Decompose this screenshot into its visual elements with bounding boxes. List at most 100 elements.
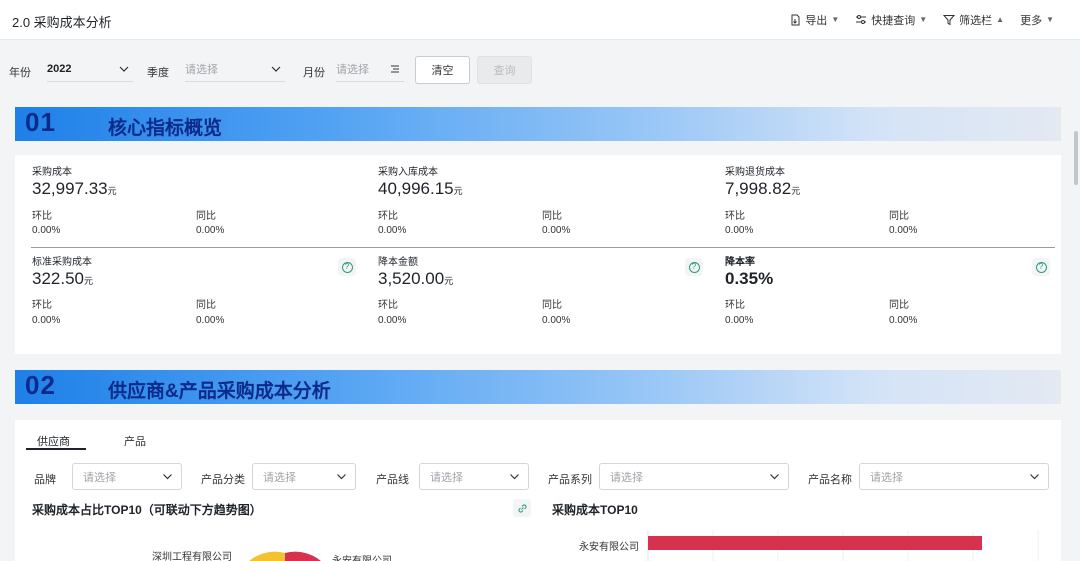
chevron-down-icon — [770, 474, 779, 480]
category-select[interactable]: 请选择 — [252, 463, 356, 490]
kpi-reduction-rate: 降本率 0.35% — [725, 253, 1055, 289]
chevron-down-icon — [119, 66, 129, 72]
filter-bar-label: 筛选栏 — [959, 15, 993, 27]
kpi-yoy-value: 0.00% — [542, 315, 571, 326]
kpi-purchase-cost: 采购成本 32,997.33元 — [32, 163, 362, 199]
section-number: 01 — [25, 107, 56, 137]
pie-chart-title: 采购成本占比TOP10（可联动下方趋势图） — [32, 503, 262, 517]
section-banner-overview: 01 核心指标概览 — [15, 107, 1061, 141]
chevron-down-icon — [271, 66, 281, 72]
kpi-value-number: 40,996.15 — [378, 179, 454, 198]
kpi-name: 采购退货成本 — [725, 167, 785, 178]
kpi-card: 采购成本 32,997.33元 环比 0.00% 同比 0.00% 采购入库成本… — [15, 155, 1061, 354]
link-icon — [518, 504, 526, 512]
top-bar: 2.0 采购成本分析 导出 ▼ 快捷查询 ▼ 筛选栏 ▲ 更多 ▼ — [0, 0, 1080, 40]
chevron-down-icon: ▼ — [831, 14, 840, 24]
filter-bar-button[interactable]: 筛选栏 ▲ — [943, 12, 1004, 28]
month-label: 月份 — [303, 67, 325, 79]
question-icon: ? — [688, 261, 700, 273]
chevron-down-icon: ▼ — [919, 14, 928, 24]
pie-slice[interactable] — [245, 551, 285, 561]
kpi-value-number: 0.35% — [725, 269, 774, 288]
export-icon — [791, 14, 800, 26]
kpi-value-number: 322.50 — [32, 269, 84, 288]
tab-product[interactable]: 产品 — [124, 433, 146, 449]
link-button[interactable] — [513, 499, 531, 517]
month-select[interactable]: 请选择 — [336, 56, 404, 82]
kpi-name: 采购入库成本 — [378, 167, 438, 178]
chevron-down-icon — [510, 474, 519, 480]
brand-select[interactable]: 请选择 — [72, 463, 182, 490]
bar[interactable] — [648, 536, 982, 550]
help-button[interactable]: ? — [338, 258, 356, 276]
line-label: 产品线 — [376, 474, 409, 486]
tab-supplier[interactable]: 供应商 — [37, 433, 70, 449]
line-select[interactable]: 请选择 — [419, 463, 529, 490]
kpi-unit: 元 — [107, 186, 117, 196]
bar-chart-title: 采购成本TOP10 — [552, 503, 638, 517]
kpi-yoy-label: 同比 — [196, 300, 216, 311]
kpi-yoy-label: 同比 — [889, 300, 909, 311]
section-title: 核心指标概览 — [108, 118, 223, 139]
category-placeholder: 请选择 — [263, 471, 296, 484]
kpi-yoy-label: 同比 — [889, 211, 909, 222]
question-icon: ? — [1035, 261, 1047, 273]
series-placeholder: 请选择 — [610, 471, 643, 484]
chevron-down-icon: ▼ — [1046, 14, 1054, 24]
kpi-unit: 元 — [84, 276, 94, 286]
year-value: 2022 — [47, 62, 72, 75]
filter-bar: 年份 2022 季度 请选择 月份 请选择 清空 查询 — [0, 41, 1080, 91]
product-name-select[interactable]: 请选择 — [859, 463, 1049, 490]
section-number: 02 — [25, 370, 56, 400]
analysis-card: 供应商 产品 品牌 请选择 产品分类 请选择 产品线 请选择 产品系列 请选择 … — [15, 420, 1061, 561]
pie-slice[interactable] — [285, 551, 325, 561]
scroll-thumb[interactable] — [1074, 131, 1078, 185]
scrollbar[interactable] — [1072, 91, 1080, 561]
kpi-value: 40,996.15元 — [378, 179, 708, 199]
kpi-unit: 元 — [453, 186, 463, 196]
series-select[interactable]: 请选择 — [599, 463, 789, 490]
kpi-value: 3,520.00元 — [378, 269, 708, 289]
kpi-value: 0.35% — [725, 269, 1055, 289]
quick-query-button[interactable]: 快捷查询 ▼ — [855, 12, 927, 28]
export-button[interactable]: 导出 ▼ — [789, 12, 839, 28]
kpi-mom-label: 环比 — [32, 211, 52, 222]
quick-query-label: 快捷查询 — [871, 15, 916, 27]
kpi-mom-value: 0.00% — [725, 315, 754, 326]
query-button[interactable]: 查询 — [477, 56, 532, 84]
tab-underline — [26, 448, 86, 450]
line-placeholder: 请选择 — [430, 471, 463, 484]
help-button[interactable]: ? — [1032, 258, 1050, 276]
quarter-placeholder: 请选择 — [185, 63, 218, 76]
kpi-value: 7,998.82元 — [725, 179, 1055, 199]
pie-chart[interactable] — [225, 545, 345, 561]
section-title: 供应商&产品采购成本分析 — [108, 381, 331, 402]
kpi-unit: 元 — [444, 276, 454, 286]
kpi-mom-value: 0.00% — [378, 315, 407, 326]
kpi-value-number: 3,520.00 — [378, 269, 445, 288]
kpi-return-cost: 采购退货成本 7,998.82元 — [725, 163, 1055, 199]
clear-button[interactable]: 清空 — [415, 56, 470, 84]
kpi-divider — [31, 247, 1055, 248]
kpi-mom-label: 环比 — [32, 300, 52, 311]
product-name-placeholder: 请选择 — [870, 471, 903, 484]
kpi-value: 32,997.33元 — [32, 179, 362, 199]
chevron-down-icon — [337, 474, 346, 480]
kpi-yoy-label: 同比 — [542, 211, 562, 222]
kpi-name: 标准采购成本 — [32, 257, 92, 268]
page-title: 2.0 采购成本分析 — [12, 15, 112, 30]
brand-placeholder: 请选择 — [83, 471, 116, 484]
more-button[interactable]: 更多 ▼ — [1020, 12, 1054, 28]
kpi-unit: 元 — [791, 186, 801, 196]
kpi-mom-label: 环比 — [725, 211, 745, 222]
list-icon — [391, 65, 399, 72]
kpi-value-number: 32,997.33 — [32, 179, 108, 198]
quarter-select[interactable]: 请选择 — [185, 56, 285, 82]
kpi-yoy-label: 同比 — [196, 211, 216, 222]
year-select[interactable]: 2022 — [47, 56, 133, 82]
series-label: 产品系列 — [548, 474, 592, 486]
pie-label: 永安有限公司 — [332, 552, 392, 561]
help-button[interactable]: ? — [685, 258, 703, 276]
kpi-value-number: 7,998.82 — [725, 179, 792, 198]
chevron-up-icon: ▲ — [996, 14, 1005, 24]
